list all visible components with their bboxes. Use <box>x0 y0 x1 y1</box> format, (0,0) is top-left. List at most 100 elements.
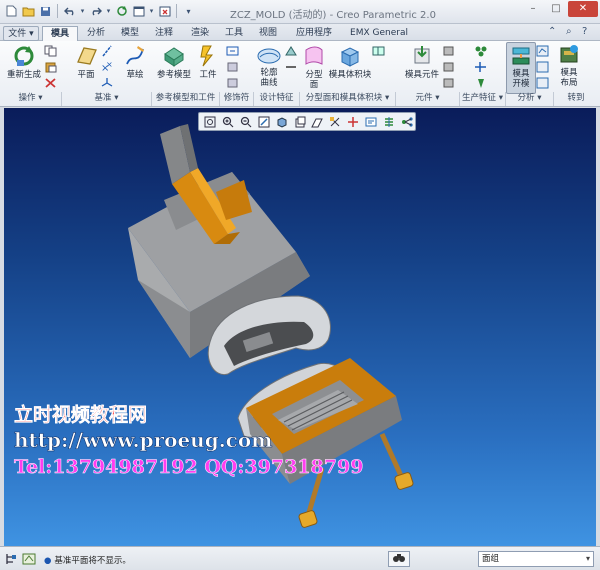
close-button[interactable]: ✕ <box>568 1 598 17</box>
minimize-ribbon-icon[interactable]: ⌃ <box>548 26 556 37</box>
sketch-icon <box>126 46 144 65</box>
watermark-url: http://www.proeug.com <box>14 428 273 453</box>
undo-dropdown-icon[interactable]: ▾ <box>79 3 86 19</box>
close-window-icon[interactable] <box>157 3 172 19</box>
mold-open-icon <box>512 47 530 65</box>
watermark-contact: Tel:13794987192 QQ:397318799 <box>14 456 364 479</box>
sketch-label: 草绘 <box>126 70 144 80</box>
reference-model-icon <box>164 47 184 67</box>
delete-icon[interactable] <box>44 77 58 89</box>
trim-curve-button[interactable]: 轮廓 曲线 <box>254 44 284 88</box>
undo-icon[interactable] <box>62 3 77 19</box>
help-icon[interactable]: ? <box>582 26 587 37</box>
copy-icon[interactable] <box>44 45 58 57</box>
browser-toggle-icon[interactable] <box>22 552 36 566</box>
windows-icon[interactable] <box>131 3 146 19</box>
paste-icon[interactable] <box>44 61 58 73</box>
new-icon[interactable] <box>4 3 19 19</box>
thickness-check-icon[interactable] <box>226 77 240 89</box>
mold-volume-icon <box>340 47 360 67</box>
toolbar-separator <box>57 4 58 18</box>
mold-3d-model[interactable] <box>4 108 596 546</box>
reference-model-button[interactable]: 参考模型 <box>154 44 194 80</box>
mold-layout-icon <box>560 45 578 63</box>
windows-dropdown-icon[interactable]: ▾ <box>148 3 155 19</box>
model-tree-toggle-icon[interactable] <box>4 552 18 566</box>
silhouette-curve-icon <box>257 48 281 64</box>
group-datum[interactable]: 基准 ▾ <box>62 92 152 106</box>
minimize-button[interactable]: – <box>522 1 544 17</box>
tab-annotate[interactable]: 注释 <box>148 26 180 41</box>
cavity-insert-icon[interactable] <box>442 45 456 57</box>
regenerate-button[interactable]: 重新生成 <box>6 44 42 80</box>
group-operations[interactable]: 操作 ▾ <box>0 92 62 106</box>
selection-filter-select[interactable]: 面组 ▾ <box>478 551 594 567</box>
parting-surface-button[interactable]: 分型 面 <box>300 44 328 90</box>
binoculars-icon <box>393 554 405 562</box>
regenerate-icon[interactable] <box>114 3 129 19</box>
shrinkage-icon[interactable] <box>226 45 240 57</box>
waterline-icon[interactable] <box>474 61 488 73</box>
workpiece-label: 工件 <box>199 70 217 80</box>
draft-analysis-icon[interactable] <box>536 45 550 57</box>
split-icon[interactable] <box>372 45 386 57</box>
tab-applications[interactable]: 应用程序 <box>288 26 340 41</box>
title-bar: ▾ ▾ ▾ ▾ ZCZ_MOLD (活动的) - Creo Parametric… <box>0 0 600 24</box>
quick-access-toolbar: ▾ ▾ ▾ ▾ <box>4 3 196 19</box>
open-icon[interactable] <box>21 3 36 19</box>
tab-model[interactable]: 模型 <box>114 26 146 41</box>
axis-icon[interactable] <box>100 45 114 57</box>
runner-icon[interactable] <box>284 61 298 73</box>
trim-curve-label: 轮廓 曲线 <box>260 68 278 88</box>
workpiece-button[interactable]: 工件 <box>196 44 220 80</box>
group-components[interactable]: 元件 ▾ <box>396 92 460 106</box>
plane-button[interactable]: 平面 <box>72 44 100 80</box>
tab-emx-general[interactable]: EMX General <box>344 26 414 41</box>
draft-check-icon[interactable] <box>226 61 240 73</box>
plane-icon <box>77 47 97 65</box>
mold-volume-button[interactable]: 模具体积块 <box>329 44 371 80</box>
sketch-button[interactable]: 草绘 <box>122 44 148 80</box>
tab-render[interactable]: 渲染 <box>184 26 216 41</box>
tab-view[interactable]: 视图 <box>252 26 284 41</box>
tab-analysis[interactable]: 分析 <box>80 26 112 41</box>
tab-mold[interactable]: 模具 <box>42 26 78 41</box>
window-controls: – □ ✕ <box>522 1 598 17</box>
tab-file[interactable]: 文件 ▾ <box>3 26 39 41</box>
graphics-viewport[interactable]: 立时视频教程网 http://www.proeug.com Tel:137949… <box>4 108 596 546</box>
group-production-features[interactable]: 生产特征 ▾ <box>460 92 506 106</box>
casting-icon[interactable] <box>442 61 456 73</box>
parting-surface-icon <box>305 46 323 65</box>
toolbar-separator <box>176 4 177 18</box>
thickness-analysis-icon[interactable] <box>536 77 550 89</box>
mold-open-button[interactable]: 模具 开模 <box>506 42 536 94</box>
projection-area-icon[interactable] <box>536 61 550 73</box>
mold-component-label: 模具元件 <box>404 70 439 80</box>
moldmodel-icon[interactable] <box>442 77 456 89</box>
mold-open-label: 模具 开模 <box>512 69 530 89</box>
point-icon[interactable]: ×× <box>100 61 114 73</box>
mold-layout-button[interactable]: 模具 布局 <box>554 44 584 88</box>
sprue-icon[interactable] <box>474 77 488 89</box>
mold-component-button[interactable]: 模具元件 <box>402 44 442 80</box>
regenerate-icon <box>14 46 34 66</box>
group-parting-surface-volume[interactable]: 分型面和模具体积块 ▾ <box>300 92 396 106</box>
save-icon[interactable] <box>38 3 53 19</box>
window-title: ZCZ_MOLD (活动的) - Creo Parametric 2.0 <box>230 10 436 21</box>
csys-icon[interactable] <box>100 77 114 89</box>
ejector-pin-icon[interactable] <box>474 45 488 57</box>
search-icon[interactable]: ⌕ <box>566 26 572 37</box>
maximize-button[interactable]: □ <box>545 1 567 17</box>
group-analysis[interactable]: 分析 ▾ <box>506 92 554 106</box>
customize-icon[interactable]: ▾ <box>181 3 196 19</box>
status-message: ● 基准平面将不显示。 <box>44 556 131 566</box>
redo-dropdown-icon[interactable]: ▾ <box>105 3 112 19</box>
shutoff-icon[interactable] <box>284 45 298 57</box>
group-goto: 转到 <box>567 93 585 103</box>
tab-tools[interactable]: 工具 <box>218 26 250 41</box>
mold-layout-label: 模具 布局 <box>560 68 578 88</box>
redo-icon[interactable] <box>88 3 103 19</box>
find-tool-button[interactable] <box>388 551 410 567</box>
svg-text:×: × <box>106 61 113 69</box>
info-bullet-icon: ● <box>44 556 52 566</box>
